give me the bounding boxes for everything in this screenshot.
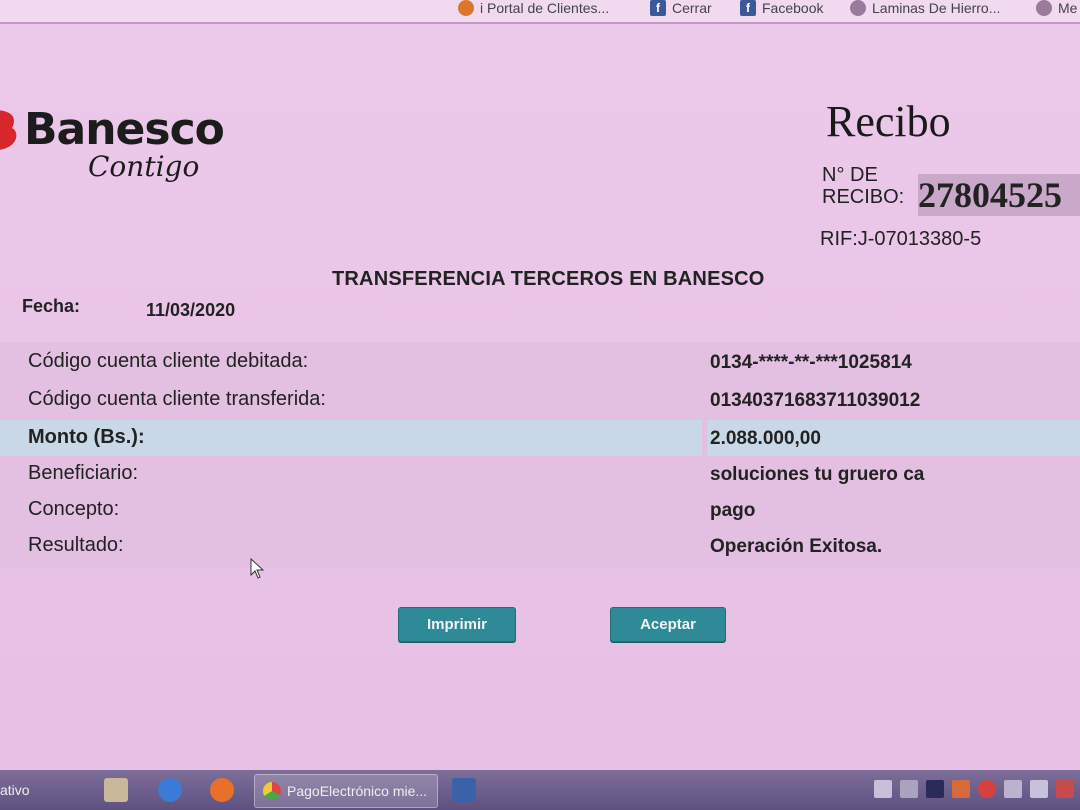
brand-name: Banesco (24, 104, 225, 155)
facebook-icon: f (740, 0, 756, 16)
system-tray (874, 780, 1074, 798)
date-value: 11/03/2020 (146, 300, 236, 320)
monitor-icon[interactable] (926, 780, 944, 798)
detail-label: Monto (Bs.): (28, 426, 145, 448)
detail-value: 01340371683711039012 (710, 390, 921, 411)
project-app-icon[interactable] (452, 778, 476, 802)
network-icon[interactable] (874, 780, 892, 798)
detail-value: 2.088.000,00 (710, 428, 821, 449)
banesco-logo-icon (0, 110, 17, 150)
detail-row-concept: Concepto: pago (0, 492, 1080, 528)
detail-label: Concepto: (28, 498, 120, 520)
volume-icon[interactable] (1030, 780, 1048, 798)
detail-value: Operación Exitosa. (710, 536, 883, 557)
accept-button[interactable]: Aceptar (610, 607, 726, 642)
bookmark-portal-clientes[interactable]: i Portal de Clientes... (458, 0, 609, 16)
detail-label: Resultado: (28, 534, 124, 556)
bookmarks-bar: i Portal de Clientes... f Cerrar f Faceb… (0, 0, 1080, 24)
chrome-tray-icon[interactable] (978, 780, 996, 798)
bookmark-laminas-de-hierro[interactable]: Laminas De Hierro... (850, 0, 1000, 16)
receipt-title: Recibo (826, 97, 951, 146)
receipt-page: Banesco Contigo Recibo N° DE RECIBO: 278… (0, 24, 1080, 770)
detail-value: pago (710, 500, 756, 521)
rif-number: RIF:J-07013380-5 (820, 228, 982, 250)
web-icon (850, 0, 866, 16)
detail-row-debited-account: Código cuenta cliente debitada: 0134-***… (0, 344, 1080, 380)
taskbar: ativo PagoElectrónico mie... (0, 770, 1080, 810)
detail-value: soluciones tu gruero ca (710, 464, 925, 485)
detail-row-result: Resultado: Operación Exitosa. (0, 528, 1080, 564)
bookmark-facebook[interactable]: f Facebook (740, 0, 823, 16)
sync-icon[interactable] (900, 780, 918, 798)
portal-icon (458, 0, 474, 16)
firefox-icon[interactable] (210, 778, 234, 802)
brand-tagline: Contigo (88, 150, 200, 183)
detail-label: Código cuenta cliente debitada: (28, 350, 309, 372)
receipt-number: 27804525 (918, 174, 1080, 216)
detail-row-beneficiary: Beneficiario: soluciones tu gruero ca (0, 456, 1080, 492)
detail-row-credited-account: Código cuenta cliente transferida: 01340… (0, 382, 1080, 418)
bookmark-cerrar[interactable]: f Cerrar (650, 0, 712, 16)
detail-label: Beneficiario: (28, 462, 139, 484)
detail-row-amount: Monto (Bs.): 2.088.000,00 (0, 420, 1080, 456)
mouse-cursor-icon (250, 558, 265, 579)
transfer-details: Código cuenta cliente debitada: 0134-***… (0, 342, 1080, 568)
receipt-number-label: N° DE RECIBO: (822, 164, 905, 208)
date-label: Fecha: (22, 296, 81, 316)
flag-icon[interactable] (1056, 780, 1074, 798)
taskbar-task-chrome[interactable]: PagoElectrónico mie... (254, 774, 438, 808)
taskbar-left-text: ativo (0, 782, 30, 798)
print-button[interactable]: Imprimir (398, 607, 516, 642)
chrome-icon (263, 782, 281, 800)
file-explorer-icon[interactable] (104, 778, 128, 802)
internet-explorer-icon[interactable] (158, 778, 182, 802)
web-icon (1036, 0, 1052, 16)
facebook-icon: f (650, 0, 666, 16)
task-title: PagoElectrónico mie... (287, 783, 428, 799)
display-icon[interactable] (1004, 780, 1022, 798)
transfer-title: TRANSFERENCIA TERCEROS EN BANESCO (332, 268, 765, 290)
detail-value: 0134-****-**-***1025814 (710, 352, 912, 373)
detail-label: Código cuenta cliente transferida: (28, 388, 326, 410)
app-tray-icon[interactable] (952, 780, 970, 798)
bookmark-me[interactable]: Me (1036, 0, 1077, 16)
